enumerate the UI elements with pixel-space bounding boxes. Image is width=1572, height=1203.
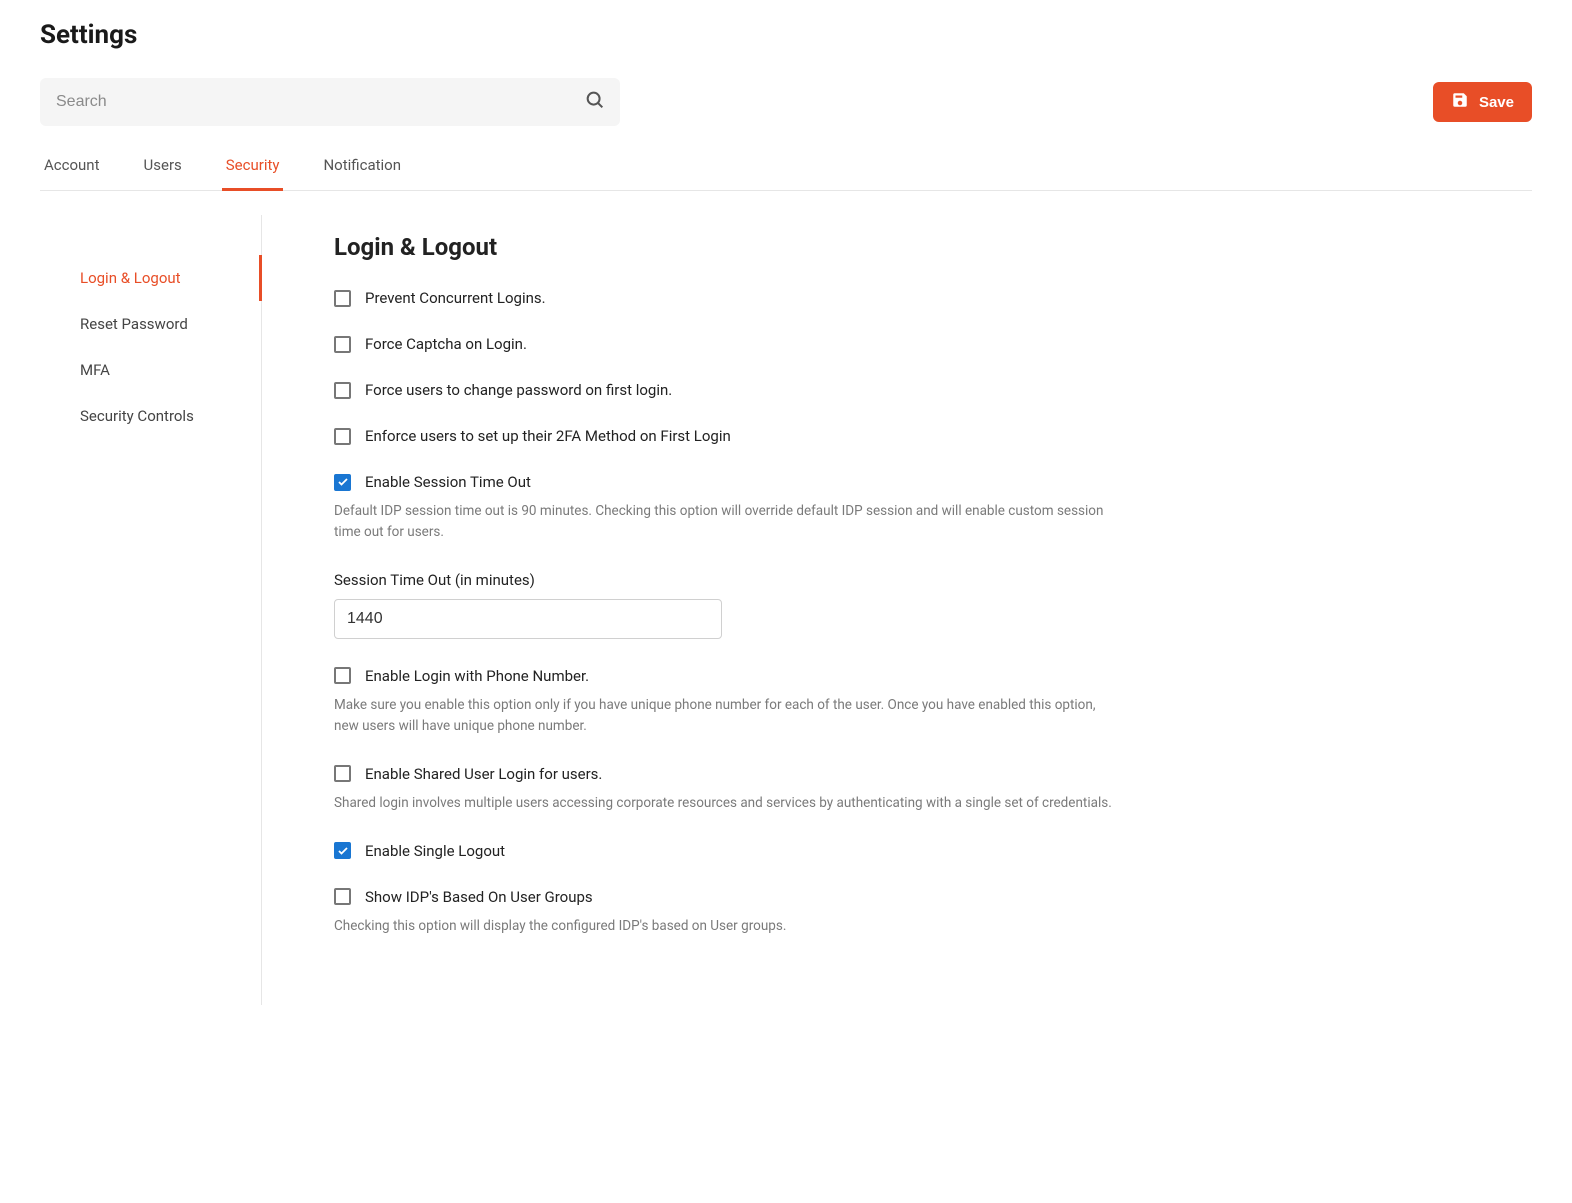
checkbox-shared-user[interactable] (334, 765, 351, 782)
checkbox-force-captcha[interactable] (334, 336, 351, 353)
checkbox-prevent-concurrent[interactable] (334, 290, 351, 307)
sidebar-item-mfa[interactable]: MFA (40, 347, 262, 393)
option-shared-user: Enable Shared User Login for users. Shar… (334, 765, 1122, 814)
checkbox-single-logout[interactable] (334, 842, 351, 859)
option-force-captcha: Force Captcha on Login. (334, 335, 1122, 353)
option-enforce-2fa: Enforce users to set up their 2FA Method… (334, 427, 1122, 445)
sidebar-item-login-logout[interactable]: Login & Logout (40, 255, 262, 301)
option-session-timeout: Enable Session Time Out Default IDP sess… (334, 473, 1122, 543)
option-show-idp: Show IDP's Based On User Groups Checking… (334, 888, 1122, 937)
tab-notification[interactable]: Notification (319, 146, 405, 191)
option-label: Enable Single Logout (365, 842, 505, 860)
option-label: Enable Login with Phone Number. (365, 667, 589, 685)
option-label: Force Captcha on Login. (365, 335, 527, 353)
checkbox-show-idp[interactable] (334, 888, 351, 905)
option-label: Force users to change password on first … (365, 381, 672, 399)
layout: Login & Logout Reset Password MFA Securi… (40, 215, 1532, 1005)
option-prevent-concurrent: Prevent Concurrent Logins. (334, 289, 1122, 307)
session-timeout-field: Session Time Out (in minutes) (334, 571, 1122, 639)
tab-security[interactable]: Security (222, 146, 284, 191)
option-force-password-change: Force users to change password on first … (334, 381, 1122, 399)
tab-users[interactable]: Users (140, 146, 186, 191)
sidebar: Login & Logout Reset Password MFA Securi… (40, 215, 262, 1005)
checkbox-session-timeout[interactable] (334, 474, 351, 491)
save-icon (1451, 91, 1469, 113)
sidebar-item-security-controls[interactable]: Security Controls (40, 393, 262, 439)
tab-account[interactable]: Account (40, 146, 104, 191)
option-label: Show IDP's Based On User Groups (365, 888, 593, 906)
checkbox-enforce-2fa[interactable] (334, 428, 351, 445)
session-timeout-label: Session Time Out (in minutes) (334, 571, 1122, 589)
save-button-label: Save (1479, 94, 1514, 111)
option-desc: Shared login involves multiple users acc… (334, 793, 1122, 814)
option-login-phone: Enable Login with Phone Number. Make sur… (334, 667, 1122, 737)
search-input[interactable] (40, 78, 620, 126)
option-label: Enforce users to set up their 2FA Method… (365, 427, 731, 445)
option-desc: Default IDP session time out is 90 minut… (334, 501, 1122, 543)
save-button[interactable]: Save (1433, 82, 1532, 122)
checkbox-force-password-change[interactable] (334, 382, 351, 399)
tabs: Account Users Security Notification (40, 146, 1532, 191)
session-timeout-input[interactable] (334, 599, 722, 639)
checkbox-login-phone[interactable] (334, 667, 351, 684)
sidebar-item-reset-password[interactable]: Reset Password (40, 301, 262, 347)
option-label: Enable Session Time Out (365, 473, 531, 491)
section-title: Login & Logout (334, 233, 1122, 261)
search-wrap (40, 78, 620, 126)
content: Login & Logout Prevent Concurrent Logins… (262, 215, 1122, 1005)
option-desc: Make sure you enable this option only if… (334, 695, 1122, 737)
option-desc: Checking this option will display the co… (334, 916, 1122, 937)
option-single-logout: Enable Single Logout (334, 842, 1122, 860)
page-title: Settings (40, 20, 1532, 50)
header-row: Save (40, 78, 1532, 126)
option-label: Enable Shared User Login for users. (365, 765, 602, 783)
option-label: Prevent Concurrent Logins. (365, 289, 546, 307)
